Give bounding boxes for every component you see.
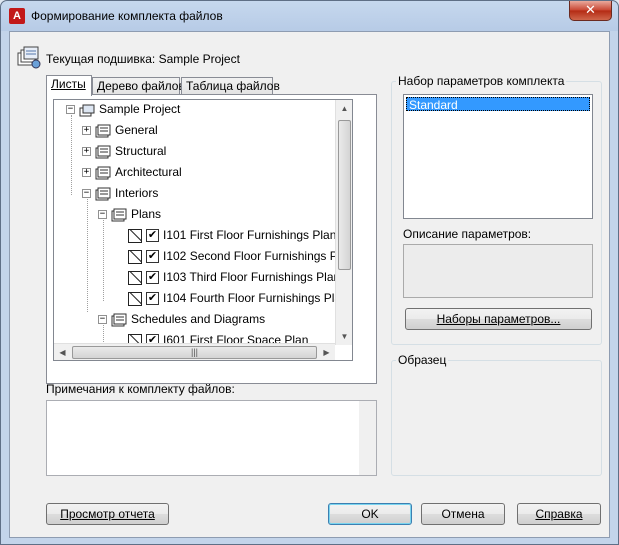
- tab-file-table[interactable]: Таблица файлов: [181, 77, 280, 95]
- sheet-checkbox[interactable]: ✔: [146, 250, 159, 263]
- tree-horizontal-scrollbar[interactable]: ◀ ||| ▶: [54, 343, 335, 360]
- autocad-app-icon: A: [9, 8, 25, 24]
- tree-group-label: General: [115, 123, 158, 137]
- tree-group-structural[interactable]: + Structural: [82, 141, 166, 162]
- collapse-icon[interactable]: −: [98, 210, 107, 219]
- view-report-button[interactable]: Просмотр отчета: [46, 503, 169, 525]
- help-button[interactable]: Справка: [517, 503, 601, 525]
- sheet-label: I104 Fourth Floor Furnishings Plan: [163, 291, 348, 305]
- collapse-icon[interactable]: −: [82, 189, 91, 198]
- sheet-set-icon: [79, 104, 95, 116]
- close-button[interactable]: ✕: [569, 1, 612, 21]
- tree-sheet-row[interactable]: ✔ I104 Fourth Floor Furnishings Plan: [128, 288, 348, 309]
- param-set-item[interactable]: Standard: [406, 97, 590, 112]
- tree-group-general[interactable]: + General: [82, 120, 158, 141]
- sheet-group-icon: [111, 208, 127, 221]
- expand-icon[interactable]: +: [82, 126, 91, 135]
- sheet-checkbox[interactable]: ✔: [146, 271, 159, 284]
- param-set-listbox[interactable]: Standard: [403, 94, 593, 219]
- notes-scrollbar[interactable]: [359, 401, 376, 475]
- notes-label: Примечания к комплекту файлов:: [46, 382, 235, 396]
- sheets-tree[interactable]: − Sample Project + General + Structural …: [53, 99, 353, 361]
- tree-sheet-row[interactable]: ✔ I103 Third Floor Furnishings Plan: [128, 267, 340, 288]
- sheet-label: I101 First Floor Furnishings Plan: [163, 228, 337, 242]
- dialog-client-area: Текущая подшивка: Sample Project Листы Д…: [9, 31, 610, 538]
- dialog-window: A Формирование комплекта файлов ✕ Текуща…: [0, 0, 619, 545]
- tree-group-label: Structural: [115, 144, 167, 158]
- param-description-box: [403, 244, 593, 298]
- tree-group-architectural[interactable]: + Architectural: [82, 162, 182, 183]
- tree-group-label: Architectural: [115, 165, 182, 179]
- sheet-group-icon: [95, 187, 111, 200]
- tree-root-label: Sample Project: [99, 102, 181, 116]
- collapse-icon[interactable]: −: [66, 105, 75, 114]
- scroll-up-icon[interactable]: ▲: [336, 100, 352, 117]
- sheets-tab-panel: − Sample Project + General + Structural …: [46, 94, 377, 384]
- scroll-right-icon[interactable]: ▶: [318, 344, 335, 360]
- param-set-group-label: Набор параметров комплекта: [396, 74, 567, 88]
- vertical-scroll-thumb[interactable]: [338, 120, 351, 270]
- param-description-label: Описание параметров:: [403, 227, 532, 241]
- sheet-icon: [128, 249, 142, 264]
- tree-group-label: Interiors: [115, 186, 159, 200]
- tab-sheets[interactable]: Листы: [46, 75, 92, 96]
- sheet-set-icon: [17, 46, 41, 69]
- cancel-button[interactable]: Отмена: [421, 503, 505, 525]
- sheet-icon: [128, 291, 142, 306]
- sheet-group-icon: [95, 145, 111, 158]
- tree-sheet-row[interactable]: ✔ I102 Second Floor Furnishings Plan: [128, 246, 353, 267]
- tree-root-row[interactable]: − Sample Project: [66, 100, 181, 120]
- ok-button[interactable]: OK: [328, 503, 412, 525]
- sheet-icon: [128, 228, 142, 243]
- tree-subgroup-plans[interactable]: − Plans: [98, 204, 161, 225]
- sheet-label: I103 Third Floor Furnishings Plan: [163, 270, 341, 284]
- tab-file-tree[interactable]: Дерево файлов: [92, 77, 185, 95]
- tree-vertical-scrollbar[interactable]: ▲ ▼: [335, 100, 352, 345]
- expand-icon[interactable]: +: [82, 147, 91, 156]
- title-bar[interactable]: A Формирование комплекта файлов ✕: [1, 1, 618, 31]
- sheet-group-icon: [95, 166, 111, 179]
- sheet-group-icon: [111, 313, 127, 326]
- expand-icon[interactable]: +: [82, 168, 91, 177]
- sheet-label: I102 Second Floor Furnishings Plan: [163, 249, 353, 263]
- window-title: Формирование комплекта файлов: [31, 9, 223, 23]
- scroll-down-icon[interactable]: ▼: [336, 328, 352, 345]
- horizontal-scroll-thumb[interactable]: |||: [72, 346, 317, 359]
- tree-group-interiors[interactable]: − Interiors: [82, 183, 158, 204]
- param-sets-button[interactable]: Наборы параметров...: [405, 308, 592, 330]
- sheet-icon: [128, 270, 142, 285]
- collapse-icon[interactable]: −: [98, 315, 107, 324]
- sheet-group-icon: [95, 124, 111, 137]
- tree-subgroup-label: Plans: [131, 207, 162, 221]
- current-set-label: Текущая подшивка: Sample Project: [46, 52, 240, 66]
- notes-textarea[interactable]: [46, 400, 377, 476]
- scroll-left-icon[interactable]: ◀: [54, 344, 71, 360]
- tree-sheet-row[interactable]: ✔ I101 First Floor Furnishings Plan: [128, 225, 336, 246]
- tree-subgroup-schedules[interactable]: − Schedules and Diagrams: [98, 309, 265, 330]
- tree-subgroup-label: Schedules and Diagrams: [131, 312, 266, 326]
- sheet-checkbox[interactable]: ✔: [146, 292, 159, 305]
- preview-group-label: Образец: [396, 353, 449, 367]
- preview-group: [391, 360, 602, 476]
- sheet-checkbox[interactable]: ✔: [146, 229, 159, 242]
